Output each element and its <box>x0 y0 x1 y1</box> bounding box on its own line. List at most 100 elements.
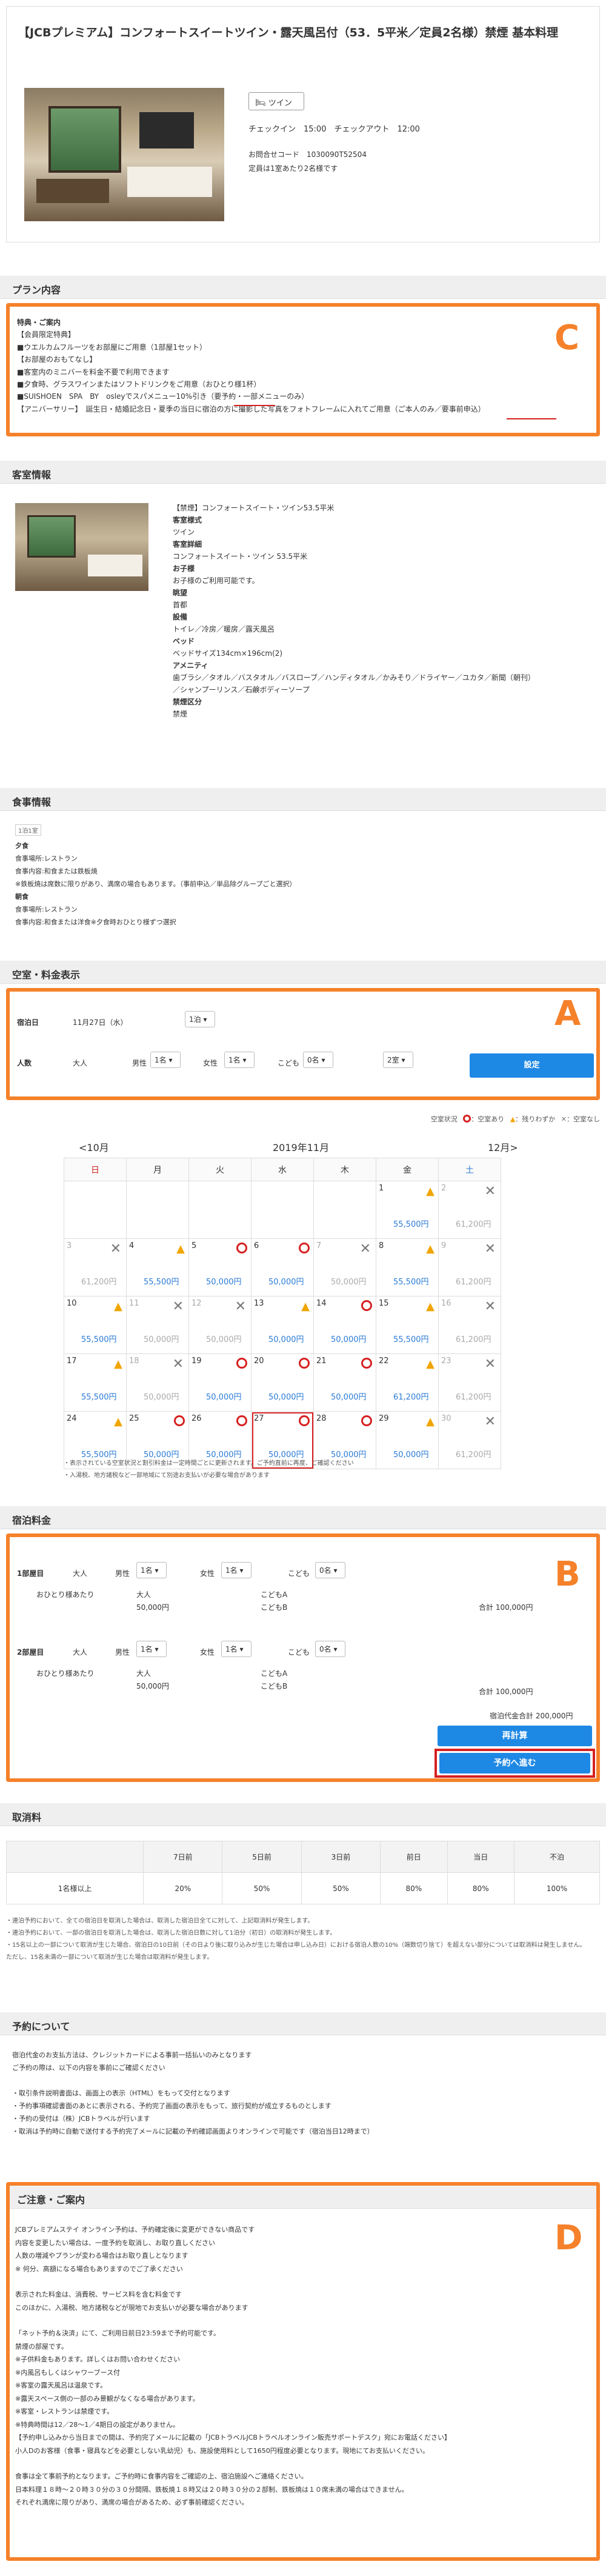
day-price: 50,000円 <box>268 1278 304 1287</box>
day-number: 16 <box>441 1299 451 1308</box>
day-price: 55,500円 <box>393 1335 429 1344</box>
day-number: 13 <box>254 1299 264 1308</box>
inquiry-code: お問合せコード 1030090T52504 <box>248 150 367 159</box>
available-icon <box>361 1300 372 1311</box>
female-select[interactable]: 1名 ▾ <box>224 1052 255 1068</box>
day-number: 23 <box>441 1356 451 1366</box>
calendar-day: 18 50,000円 ✕ <box>126 1353 189 1412</box>
day-price: 50,000円 <box>206 1278 242 1287</box>
calendar-day[interactable]: 5 50,000円 <box>188 1238 251 1296</box>
reserve-button[interactable]: 予約へ進む <box>439 1753 590 1774</box>
calendar-day[interactable]: 19 50,000円 <box>188 1353 251 1412</box>
cancellation-table: 7日前 5日前 3日前 前日 当日 不泊 1名様以上 20% 50% 50% 8… <box>5 1841 600 1904</box>
room1-child-select[interactable]: 0名 ▾ <box>315 1562 345 1578</box>
available-icon <box>174 1415 185 1426</box>
female-label: 女性 <box>203 1059 218 1067</box>
room1-adult-price: 50,000円 <box>136 1603 169 1612</box>
day-price: 50,000円 <box>144 1393 179 1402</box>
available-icon <box>361 1358 372 1369</box>
calendar-day[interactable]: 15 55,500円 ▲ <box>376 1296 439 1354</box>
room-type-label: ツイン <box>268 99 292 108</box>
room1-male-select[interactable]: 1名 ▾ <box>136 1562 167 1578</box>
calendar-day[interactable]: 14 50,000円 <box>313 1296 376 1354</box>
rooms-select[interactable]: 2室 ▾ <box>383 1052 413 1068</box>
day-price: 50,000円 <box>206 1335 242 1344</box>
available-icon <box>236 1358 247 1369</box>
child-select[interactable]: 0名 ▾ <box>303 1052 333 1068</box>
few-left-icon: ▲ <box>426 1243 435 1255</box>
calendar-day: 12 50,000円 ✕ <box>188 1296 251 1354</box>
calendar-day[interactable]: 13 50,000円 ▲ <box>251 1296 314 1354</box>
few-left-icon: ▲ <box>301 1300 310 1313</box>
few-left-icon: ▲ <box>114 1415 122 1428</box>
calendar-day[interactable]: 21 50,000円 <box>313 1353 376 1412</box>
day-number: 19 <box>191 1356 202 1366</box>
bed-icon: 🛏 <box>255 98 266 108</box>
room2-child-select[interactable]: 0名 ▾ <box>315 1641 345 1657</box>
calendar-day: 2 61,200円 ✕ <box>438 1181 501 1239</box>
few-left-icon: ▲ <box>176 1243 185 1255</box>
day-number: 18 <box>129 1356 139 1366</box>
calendar-day[interactable]: 8 55,500円 ▲ <box>376 1238 439 1296</box>
few-left-icon: ▲ <box>426 1300 435 1313</box>
day-number: 3 <box>67 1241 72 1250</box>
few-left-icon: ▲ <box>510 1115 516 1123</box>
weekday-header: 土 <box>438 1158 501 1181</box>
date-value[interactable]: 11月27日（水） <box>73 1017 128 1027</box>
calendar-day[interactable]: 1 55,500円 ▲ <box>376 1181 439 1239</box>
calendar-day: 30 61,200円 ✕ <box>438 1411 501 1469</box>
nights-select[interactable]: 1泊 ▾ <box>185 1011 215 1027</box>
available-icon <box>236 1243 247 1253</box>
day-price: 55,500円 <box>393 1220 429 1229</box>
cancel-col-no-show: 不泊 <box>514 1841 600 1873</box>
day-number: 24 <box>67 1414 77 1423</box>
day-number: 20 <box>254 1356 264 1366</box>
room-type-tag: 🛏 ツイン <box>248 92 304 110</box>
calendar-day[interactable]: 17 55,500円 ▲ <box>64 1353 127 1412</box>
fee-heading: 宿泊料金 <box>0 1506 606 1529</box>
day-price: 50,000円 <box>206 1393 242 1402</box>
day-price: 55,500円 <box>81 1393 117 1402</box>
calendar-day[interactable]: 22 61,200円 ▲ <box>376 1353 439 1412</box>
next-month-link[interactable]: 12月> <box>488 1140 518 1154</box>
few-left-icon: ▲ <box>426 1185 435 1198</box>
full-icon: ✕ <box>172 1299 184 1314</box>
people-label: 人数 <box>17 1059 32 1067</box>
about-details: 宿泊代金のお支払方法は、クレジットカードによる事前一括払いのみとなります ご予約… <box>12 2051 374 2135</box>
cancel-col-5days: 5日前 <box>222 1841 302 1873</box>
day-number: 5 <box>191 1241 197 1250</box>
calendar-day[interactable]: 4 55,500円 ▲ <box>126 1238 189 1296</box>
set-button[interactable]: 設定 <box>470 1053 594 1078</box>
day-price: 61,200円 <box>456 1335 491 1344</box>
calendar-day: 3 61,200円 ✕ <box>64 1238 127 1296</box>
room2-male-select[interactable]: 1名 ▾ <box>136 1641 167 1657</box>
room2-label: 2部屋目 <box>17 1648 44 1657</box>
weekday-header: 金 <box>376 1158 439 1181</box>
male-select[interactable]: 1名 ▾ <box>150 1052 181 1068</box>
guest-room-heading: 客室情報 <box>0 461 606 484</box>
calendar-day[interactable]: 6 50,000円 <box>251 1238 314 1296</box>
day-number: 30 <box>441 1414 451 1423</box>
calendar-day[interactable]: 10 55,500円 ▲ <box>64 1296 127 1354</box>
calendar-day[interactable]: 20 50,000円 <box>251 1353 314 1412</box>
meal-details: 夕食 食事場所:レストラン 食事内容:和食または鉄板焼 ※鉄板焼は席数に限りがあ… <box>15 842 296 926</box>
cancel-rate: 20% <box>143 1872 223 1904</box>
weekday-header: 火 <box>188 1158 251 1181</box>
cancel-rate: 80% <box>380 1872 448 1904</box>
day-price: 61,200円 <box>456 1393 491 1402</box>
room2-female-select[interactable]: 1名 ▾ <box>221 1641 251 1657</box>
day-price: 50,000円 <box>268 1335 304 1344</box>
day-number: 27 <box>254 1414 264 1423</box>
day-number: 15 <box>379 1299 389 1308</box>
recalculate-button[interactable]: 再計算 <box>438 1726 592 1746</box>
calendar-day[interactable]: 29 50,000円 ▲ <box>376 1411 439 1469</box>
calendar-empty-cell <box>313 1181 376 1239</box>
prev-month-link[interactable]: <10月 <box>79 1140 109 1154</box>
day-price: 61,200円 <box>456 1450 491 1460</box>
day-price: 55,500円 <box>393 1278 429 1287</box>
day-number: 25 <box>129 1414 139 1423</box>
day-number: 28 <box>316 1414 327 1423</box>
few-left-icon: ▲ <box>426 1358 435 1370</box>
day-price: 50,000円 <box>268 1393 304 1402</box>
room1-female-select[interactable]: 1名 ▾ <box>221 1562 251 1578</box>
